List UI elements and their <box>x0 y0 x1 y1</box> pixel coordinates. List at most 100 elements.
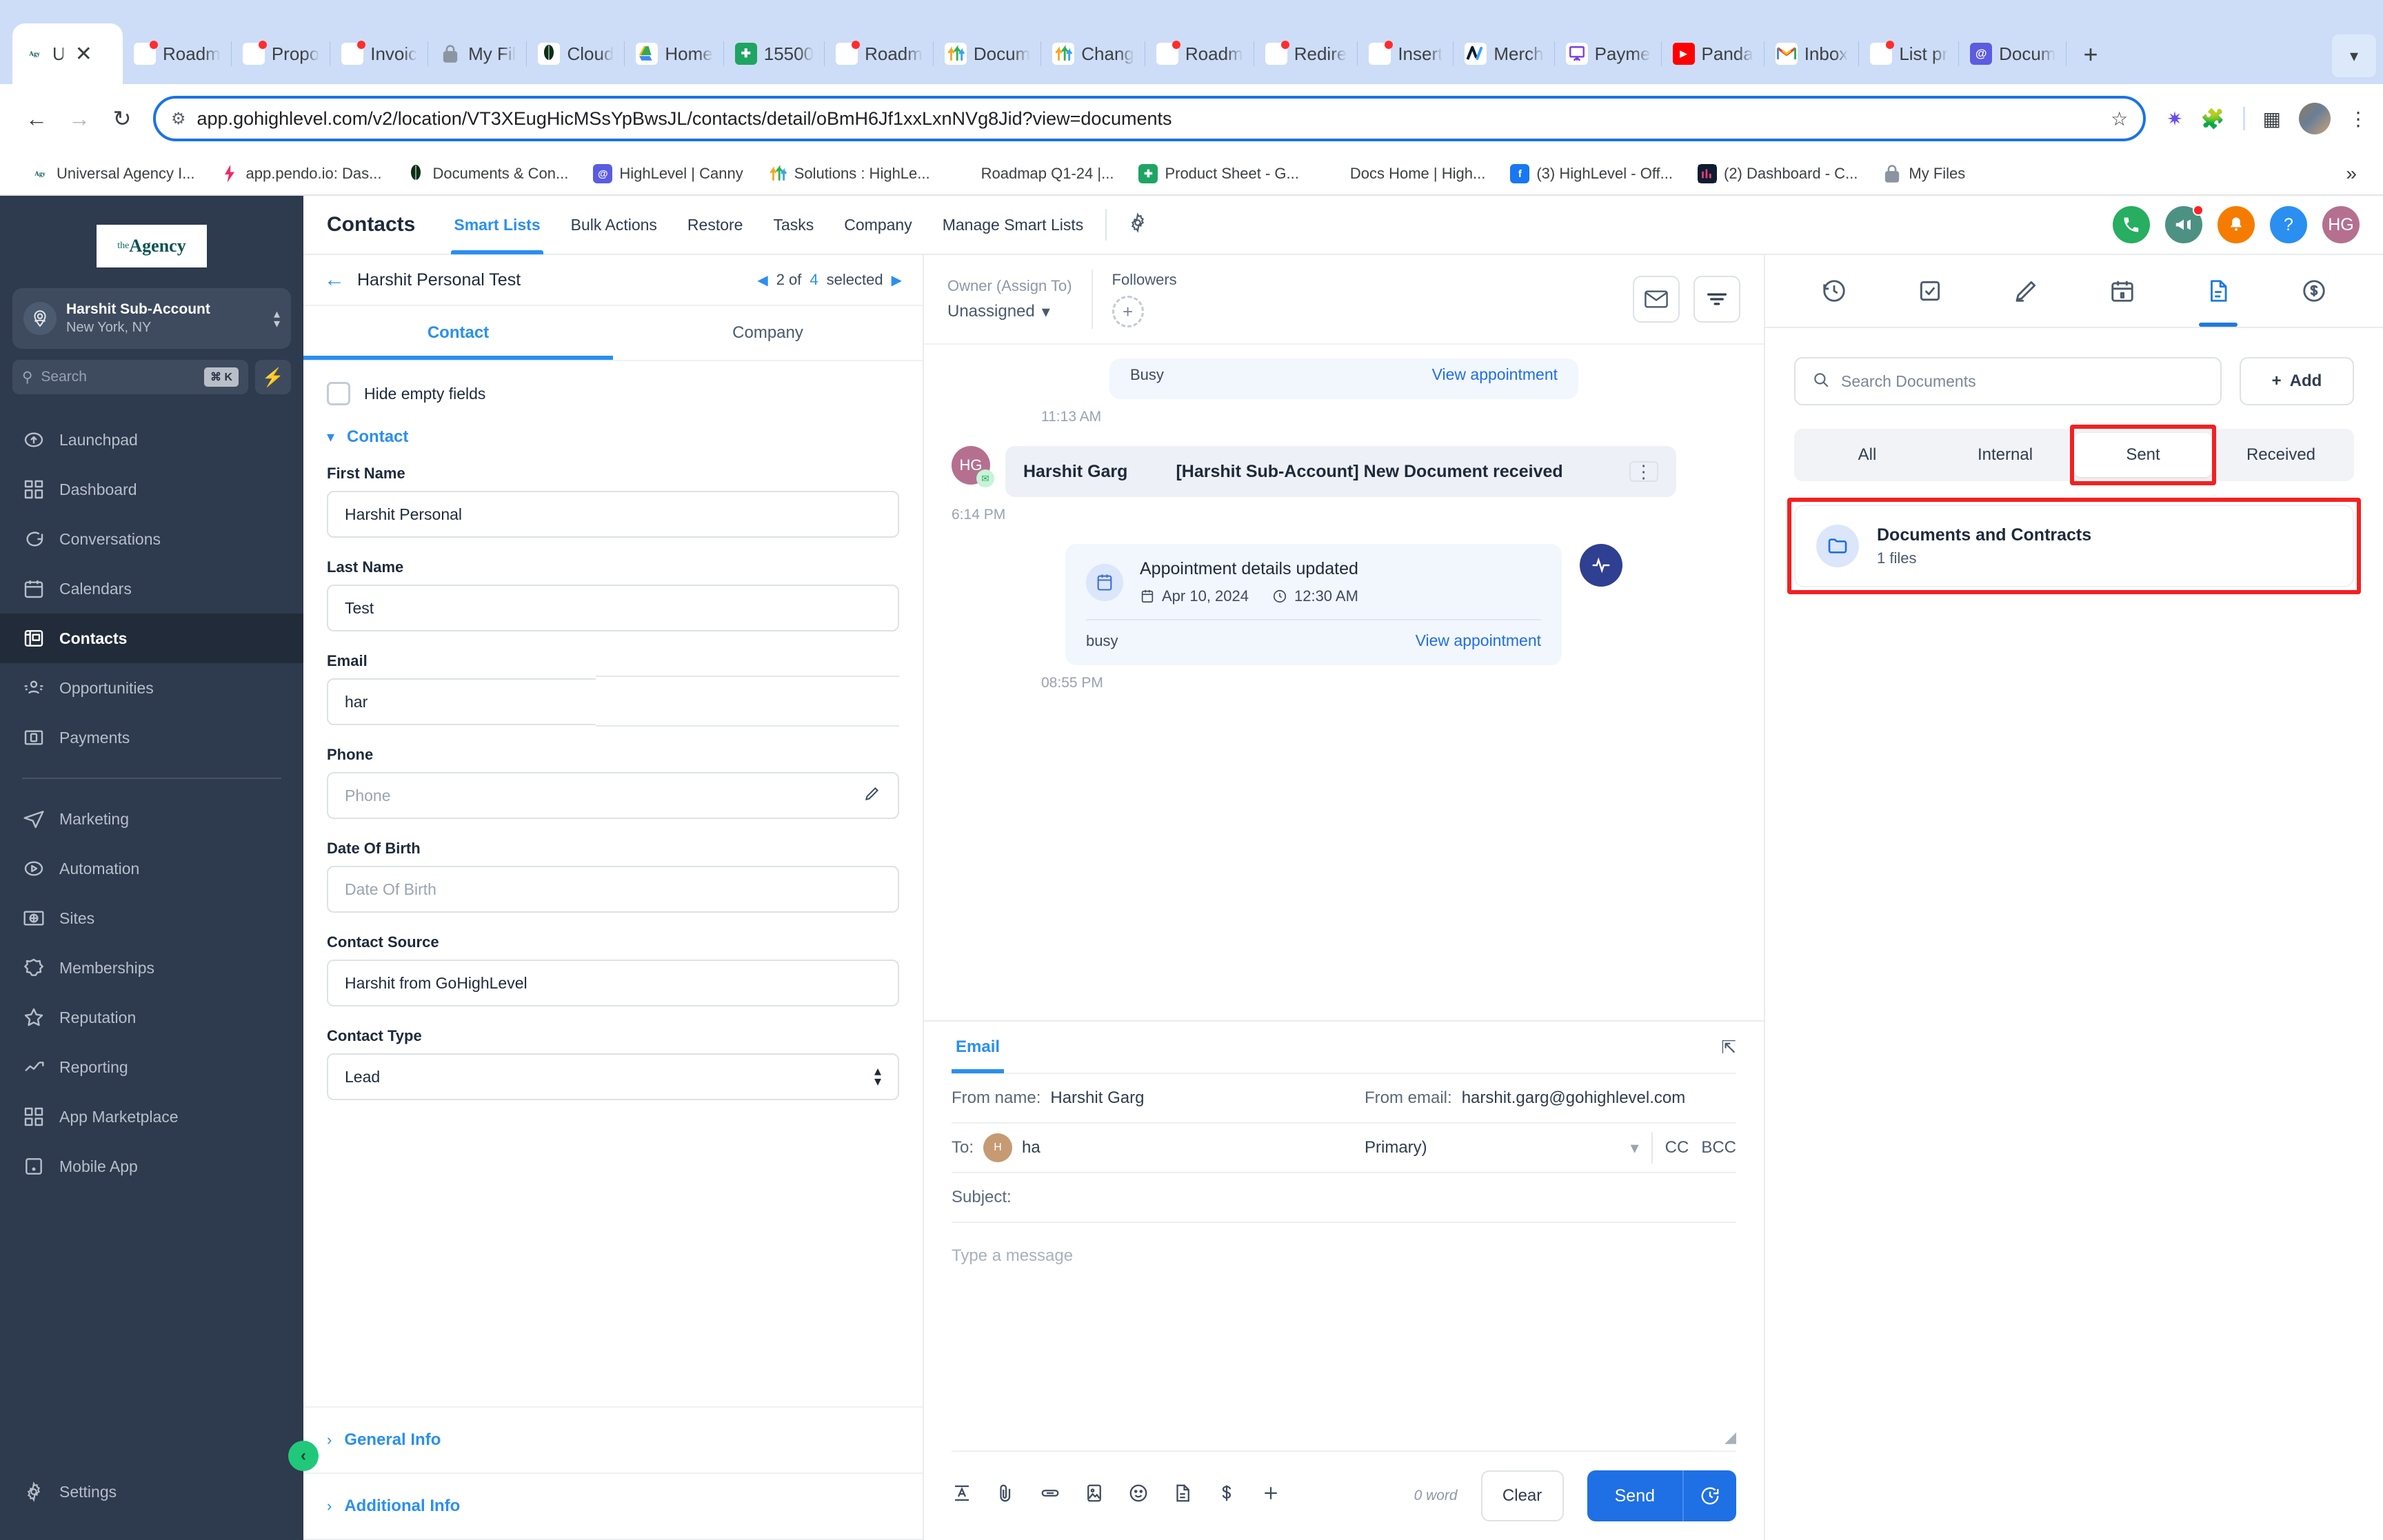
tab-email[interactable]: Email <box>952 1021 1005 1073</box>
filter-tab-received[interactable]: Received <box>2212 433 2350 477</box>
sidebar-item-reporting[interactable]: Reporting <box>0 1042 303 1092</box>
close-icon[interactable]: ✕ <box>75 42 92 66</box>
browser-tab[interactable]: ✚ 15500 <box>724 23 825 84</box>
image-icon[interactable] <box>1084 1483 1105 1509</box>
agency-logo[interactable]: the Agency <box>97 225 207 267</box>
user-avatar[interactable]: HG <box>2322 206 2360 243</box>
add-more-icon[interactable] <box>1260 1483 1281 1509</box>
browser-tab[interactable]: Cloud <box>527 23 625 84</box>
bookmark-item[interactable]: @ HighLevel | Canny <box>581 164 755 183</box>
edit-pencil-icon[interactable] <box>863 784 881 807</box>
field-input[interactable]: Phone <box>327 772 899 819</box>
cc-button[interactable]: CC <box>1665 1138 1689 1157</box>
sidebar-item-dashboard[interactable]: Dashboard <box>0 465 303 514</box>
extensions-puzzle-icon[interactable]: 🧩 <box>2201 108 2225 130</box>
sidebar-item-mobile-app[interactable]: Mobile App <box>0 1142 303 1191</box>
appointments-calendar-icon[interactable] <box>2098 255 2147 327</box>
payments-dollar-icon[interactable] <box>2289 255 2339 327</box>
sidebar-item-marketing[interactable]: Marketing <box>0 794 303 844</box>
phone-call-icon[interactable] <box>2113 206 2150 243</box>
document-folder-card[interactable]: Documents and Contracts 1 files <box>1794 505 2354 587</box>
to-channel-row[interactable]: Primary) ▾ CC BCC <box>1344 1124 1736 1173</box>
pager-next-button[interactable]: ▶ <box>892 272 902 289</box>
browser-tab[interactable]: Inbox <box>1764 23 1860 84</box>
sidebar-item-payments[interactable]: Payments <box>0 713 303 762</box>
hide-empty-fields-toggle[interactable]: Hide empty fields <box>327 382 899 405</box>
clear-button[interactable]: Clear <box>1480 1470 1564 1521</box>
section-additional-info[interactable]: › Additional Info <box>303 1474 923 1540</box>
sidebar-item-settings[interactable]: Settings <box>0 1467 303 1517</box>
browser-tab[interactable]: Roadm <box>825 23 934 84</box>
tab-company[interactable]: Company <box>829 195 927 254</box>
tab-smart-lists[interactable]: Smart Lists <box>439 195 555 254</box>
filter-tab-internal[interactable]: Internal <box>1936 433 2074 477</box>
sidebar-collapse-chevron-left-icon[interactable]: ‹ <box>288 1441 319 1471</box>
tab-tasks[interactable]: Tasks <box>758 195 829 254</box>
search-input[interactable]: ⚲ Search ⌘ K <box>12 360 248 394</box>
bookmark-item[interactable]: ✚ Product Sheet - G... <box>1126 164 1311 183</box>
to-row[interactable]: To: H ha <box>952 1124 1344 1173</box>
notes-pen-icon[interactable] <box>2001 255 2051 327</box>
link-icon[interactable] <box>1040 1483 1060 1509</box>
bookmarks-overflow-button[interactable]: » <box>2346 163 2365 185</box>
expand-composer-icon[interactable]: ⇱ <box>1721 1037 1736 1058</box>
attachment-icon[interactable] <box>996 1483 1016 1509</box>
field-input[interactable]: Lead ▴ ▾ <box>327 1053 899 1100</box>
tab-bulk-actions[interactable]: Bulk Actions <box>556 195 672 254</box>
owner-select[interactable]: Unassigned ▾ <box>947 302 1072 322</box>
page-settings-gear-icon[interactable] <box>1114 212 1162 238</box>
view-appointment-link[interactable]: View appointment <box>1416 631 1541 650</box>
sidebar-item-launchpad[interactable]: Launchpad <box>0 415 303 465</box>
message-body-input[interactable]: Type a message ◢ <box>952 1223 1736 1450</box>
filter-tab-all[interactable]: All <box>1798 433 1936 477</box>
bookmark-item[interactable]: (2) Dashboard - C... <box>1685 164 1870 183</box>
browser-tab[interactable]: My Fil <box>428 23 527 84</box>
section-general-info[interactable]: › General Info <box>303 1408 923 1474</box>
megaphone-icon[interactable] <box>2165 205 2204 243</box>
sidebar-item-memberships[interactable]: Memberships <box>0 943 303 993</box>
field-input[interactable]: Harshit from GoHighLevel <box>327 960 899 1006</box>
bookmark-item[interactable]: Documents & Con... <box>394 164 581 183</box>
notifications-bell-icon[interactable] <box>2218 206 2255 243</box>
filter-tab-sent[interactable]: Sent <box>2074 433 2212 477</box>
schedule-send-clock-icon[interactable] <box>1682 1470 1736 1521</box>
browser-tab[interactable]: Insert <box>1358 23 1454 84</box>
send-button[interactable]: Send <box>1587 1470 1682 1521</box>
sidebar-item-calendars[interactable]: Calendars <box>0 564 303 614</box>
browser-tab[interactable]: Chang <box>1041 23 1145 84</box>
browser-tab[interactable]: @ Docum <box>1959 23 2067 84</box>
emoji-icon[interactable] <box>1128 1483 1149 1509</box>
bookmark-star-icon[interactable]: ☆ <box>2111 108 2128 130</box>
subject-row[interactable]: Subject: <box>952 1173 1344 1223</box>
sidebar-item-app-marketplace[interactable]: App Marketplace <box>0 1092 303 1142</box>
add-document-button[interactable]: + Add <box>2240 357 2354 405</box>
chrome-profile-avatar[interactable] <box>2299 103 2331 134</box>
browser-tab[interactable]: Invoic <box>330 23 429 84</box>
bcc-button[interactable]: BCC <box>1701 1138 1736 1157</box>
forward-button[interactable]: → <box>58 97 101 140</box>
documents-icon[interactable] <box>2193 255 2243 327</box>
chevron-down-icon[interactable]: ▾ <box>1631 1138 1639 1158</box>
text-format-icon[interactable] <box>952 1483 972 1509</box>
bookmark-item[interactable]: Agy Universal Agency I... <box>18 164 208 183</box>
view-appointment-link[interactable]: View appointment <box>1432 365 1558 384</box>
add-follower-plus-icon[interactable]: + <box>1112 296 1144 327</box>
tab-search-chevron-down-icon[interactable]: ▾ <box>2332 34 2376 77</box>
help-icon[interactable]: ? <box>2270 206 2307 243</box>
browser-tab[interactable]: List pr <box>1859 23 1960 84</box>
bookmark-item[interactable]: f (3) HighLevel - Off... <box>1498 164 1685 183</box>
pendo-extension-icon[interactable]: ✷ <box>2166 108 2182 130</box>
message-bubble[interactable]: Harshit Garg [Harshit Sub-Account] New D… <box>1005 446 1676 497</box>
browser-tab[interactable]: Merch <box>1454 23 1555 84</box>
back-to-list-arrow-left-icon[interactable]: ← <box>324 268 345 292</box>
tab-contact[interactable]: Contact <box>303 306 613 360</box>
tab-restore[interactable]: Restore <box>672 195 758 254</box>
sidebar-item-opportunities[interactable]: Opportunities <box>0 663 303 713</box>
quick-actions-bolt-icon[interactable]: ⚡ <box>255 360 291 394</box>
account-switch-chevron-icon[interactable]: ▴ ▾ <box>274 307 280 330</box>
bookmark-item[interactable]: Solutions : HighLe... <box>756 164 943 183</box>
sidebar-item-reputation[interactable]: Reputation <box>0 993 303 1042</box>
browser-tab[interactable]: Payme <box>1555 23 1662 84</box>
account-switcher[interactable]: Harshit Sub-Account New York, NY ▴ ▾ <box>12 288 291 349</box>
bookmark-item[interactable]: app.pendo.io: Das... <box>208 164 394 183</box>
